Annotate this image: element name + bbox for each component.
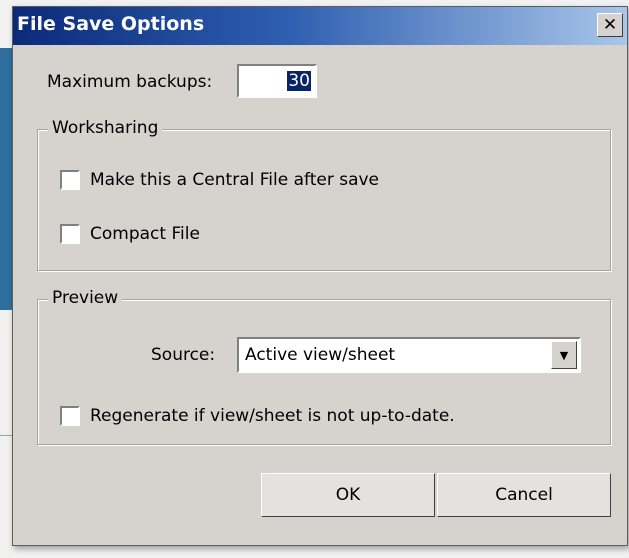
regenerate-checkbox[interactable] — [60, 406, 80, 426]
close-icon: ✕ — [602, 14, 618, 35]
background-window-edge — [0, 48, 12, 310]
cancel-button[interactable]: Cancel — [437, 473, 611, 517]
close-button[interactable]: ✕ — [597, 13, 623, 37]
source-value: Active view/sheet — [245, 345, 396, 365]
max-backups-label: Maximum backups: — [47, 72, 213, 92]
ok-button[interactable]: OK — [261, 473, 435, 517]
chevron-down-icon: ▼ — [559, 348, 569, 362]
compact-file-label[interactable]: Compact File — [90, 224, 200, 244]
central-file-label[interactable]: Make this a Central File after save — [90, 170, 379, 190]
dialog-title: File Save Options — [17, 13, 205, 35]
source-label: Source: — [151, 345, 216, 365]
background-window-area — [0, 310, 12, 558]
dialog-title-bar[interactable]: File Save Options ✕ — [13, 7, 627, 45]
dropdown-arrow-button[interactable]: ▼ — [551, 341, 577, 369]
worksharing-group: Worksharing Make this a Central File aft… — [37, 118, 611, 271]
worksharing-legend: Worksharing — [48, 118, 163, 138]
preview-legend: Preview — [48, 288, 123, 308]
compact-file-checkbox[interactable] — [60, 224, 80, 244]
ok-label: OK — [335, 485, 361, 505]
regenerate-label[interactable]: Regenerate if view/sheet is not up-to-da… — [90, 406, 455, 426]
background-divider — [0, 435, 12, 436]
central-file-checkbox[interactable] — [60, 170, 80, 190]
max-backups-value: 30 — [287, 71, 311, 91]
file-save-options-dialog: File Save Options ✕ Maximum backups: 30 … — [12, 6, 628, 546]
max-backups-input[interactable]: 30 — [237, 64, 317, 98]
cancel-label: Cancel — [495, 485, 553, 505]
source-dropdown[interactable]: Active view/sheet ▼ — [237, 337, 581, 373]
